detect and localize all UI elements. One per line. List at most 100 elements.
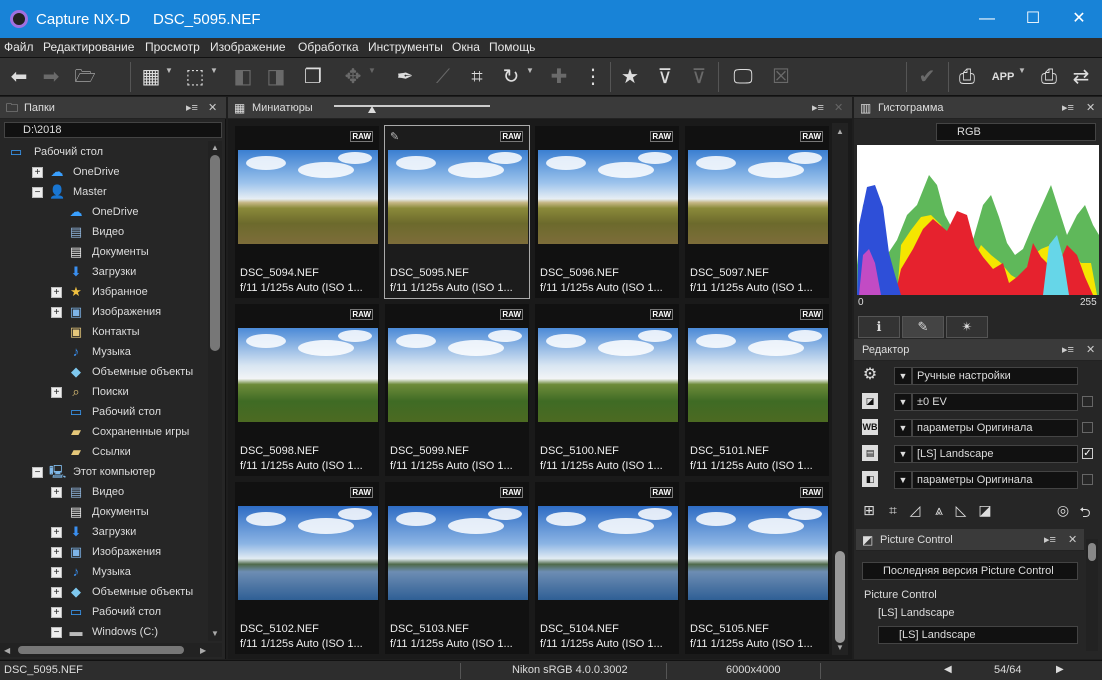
app-launcher-icon[interactable]: APP: [990, 64, 1016, 90]
menu-view[interactable]: Просмотр: [145, 40, 200, 54]
picture-control-version-select[interactable]: Последняя версия Picture Control: [862, 562, 1078, 580]
tree-item[interactable]: ▤ Документы: [0, 503, 208, 523]
panel-menu-icon[interactable]: ▸≡: [186, 97, 198, 119]
tree-item[interactable]: ♪ Музыка: [0, 343, 208, 363]
remove-icon[interactable]: ☒: [768, 64, 794, 90]
thumbnail-item[interactable]: RAW DSC_5099.NEF f/11 1/125s Auto (ISO 1..…: [384, 303, 530, 477]
back-icon[interactable]: ⬅: [6, 64, 32, 90]
control-point-icon[interactable]: ⋮: [580, 64, 606, 90]
expand-icon[interactable]: +: [51, 567, 62, 578]
expand-icon[interactable]: +: [51, 547, 62, 558]
monitor-icon[interactable]: 🖵: [730, 64, 756, 90]
expand-icon[interactable]: +: [51, 487, 62, 498]
scroll-right-icon[interactable]: ▶: [200, 646, 206, 655]
scrollbar-thumb[interactable]: [835, 551, 845, 643]
thumbnail-item[interactable]: RAW DSC_5100.NEF f/11 1/125s Auto (ISO 1..…: [534, 303, 680, 477]
crop-icon[interactable]: ⌗: [464, 64, 490, 90]
thumbnail-item[interactable]: RAW DSC_5094.NEF f/11 1/125s Auto (ISO 1..…: [234, 125, 380, 299]
tree-item[interactable]: ▤ Видео: [0, 223, 208, 243]
compare-icon[interactable]: ◧: [230, 64, 256, 90]
close-icon[interactable]: ✕: [1086, 97, 1095, 119]
check-icon[interactable]: ✔: [914, 64, 940, 90]
tree-item[interactable]: ▰ Сохраненные игры: [0, 423, 208, 443]
thumbnail-scrollbar[interactable]: ▲ ▼: [832, 123, 848, 655]
tree-item[interactable]: + ▣ Изображения: [0, 303, 208, 323]
thumbnail-item[interactable]: RAW DSC_5097.NEF f/11 1/125s Auto (ISO 1..…: [684, 125, 830, 299]
tree-item[interactable]: ▭ Рабочий стол: [0, 143, 208, 163]
tree-item[interactable]: + ★ Избранное: [0, 283, 208, 303]
levels-icon[interactable]: ◿: [906, 502, 924, 518]
close-icon[interactable]: ✕: [834, 97, 843, 119]
next-image-icon[interactable]: ▶: [1056, 664, 1064, 675]
expand-icon[interactable]: +: [51, 387, 62, 398]
close-icon[interactable]: ✕: [1086, 339, 1095, 361]
filter-icon[interactable]: ⊽: [652, 64, 678, 90]
tab-edit[interactable]: ✎: [902, 316, 944, 338]
collapse-icon[interactable]: −: [32, 187, 43, 198]
tree-item[interactable]: + ▭ Рабочий стол: [0, 603, 208, 623]
scrollbar-thumb[interactable]: [1088, 543, 1096, 561]
minimize-button[interactable]: —: [964, 0, 1010, 38]
editor-value[interactable]: ±0 EV: [912, 393, 1078, 411]
thumbnail-item[interactable]: ✎ RAW DSC_5095.NEF f/11 1/125s Auto (ISO 1.…: [384, 125, 530, 299]
thumbnail-item[interactable]: RAW DSC_5104.NEF f/11 1/125s Auto (ISO 1..…: [534, 481, 680, 655]
chevron-down-icon[interactable]: ▼: [894, 367, 912, 385]
lch-icon[interactable]: ⩓: [930, 502, 948, 518]
close-window-button[interactable]: ✕: [1056, 0, 1102, 38]
menu-file[interactable]: Файл: [4, 40, 34, 54]
tree-item[interactable]: − 👤 Master: [0, 183, 208, 203]
chevron-down-icon[interactable]: ▼: [368, 66, 376, 75]
folder-tree-scrollbar[interactable]: ▲ ▼: [208, 141, 222, 641]
convert-icon[interactable]: ⇄: [1068, 64, 1094, 90]
editor-value[interactable]: [LS] Landscape: [912, 445, 1078, 463]
tree-item[interactable]: + ▣ Изображения: [0, 543, 208, 563]
scrollbar-thumb[interactable]: [18, 646, 184, 654]
tree-item[interactable]: + ◆ Объемные объекты: [0, 583, 208, 603]
chevron-down-icon[interactable]: ▼: [1018, 66, 1026, 75]
scrollbar-thumb[interactable]: [210, 155, 220, 351]
slider-knob[interactable]: [368, 106, 376, 113]
editor-checkbox[interactable]: [1082, 396, 1093, 407]
folder-tree-hscrollbar[interactable]: ◀ ▶: [0, 643, 222, 657]
editor-value[interactable]: параметры Оригинала: [912, 471, 1078, 489]
editor-checkbox[interactable]: [1082, 422, 1093, 433]
expand-icon[interactable]: +: [51, 587, 62, 598]
eyedropper-icon[interactable]: ✒: [392, 64, 418, 90]
chevron-down-icon[interactable]: ▼: [894, 419, 912, 437]
picture-control-select[interactable]: [LS] Landscape: [878, 626, 1078, 644]
folder-path-select[interactable]: D:\2018: [4, 122, 222, 138]
expand-icon[interactable]: +: [32, 167, 43, 178]
previous-image-icon[interactable]: ◀: [944, 664, 952, 675]
undo-icon[interactable]: ⮌: [1076, 502, 1094, 520]
stack-icon[interactable]: ❐: [300, 64, 326, 90]
rotate-icon[interactable]: ↻: [498, 64, 524, 90]
tree-item[interactable]: + ▤ Видео: [0, 483, 208, 503]
thumbnail-item[interactable]: RAW DSC_5105.NEF f/11 1/125s Auto (ISO 1..…: [684, 481, 830, 655]
compare-swap-icon[interactable]: ◨: [263, 64, 289, 90]
open-folder-icon[interactable]: 🗁: [72, 64, 98, 90]
chevron-down-icon[interactable]: ▼: [894, 393, 912, 411]
chevron-down-icon[interactable]: ▼: [894, 471, 912, 489]
scroll-up-icon[interactable]: ▲: [211, 143, 219, 152]
panel-menu-icon[interactable]: ▸≡: [1062, 97, 1074, 119]
thumbnail-item[interactable]: RAW DSC_5102.NEF f/11 1/125s Auto (ISO 1..…: [234, 481, 380, 655]
panel-menu-icon[interactable]: ▸≡: [1044, 529, 1056, 551]
chevron-down-icon[interactable]: ▼: [894, 445, 912, 463]
scroll-down-icon[interactable]: ▼: [211, 629, 219, 638]
menu-windows[interactable]: Окна: [452, 40, 480, 54]
tree-item[interactable]: ◆ Объемные объекты: [0, 363, 208, 383]
versions-icon[interactable]: ◎: [1054, 502, 1072, 518]
chevron-down-icon[interactable]: ▼: [526, 66, 534, 75]
collapse-icon[interactable]: −: [32, 467, 43, 478]
close-icon[interactable]: ✕: [208, 97, 217, 119]
print-icon[interactable]: ⎙: [1036, 64, 1062, 90]
maximize-button[interactable]: ☐: [1010, 0, 1056, 38]
tree-item[interactable]: ▰ Ссылки: [0, 443, 208, 463]
thumbnail-item[interactable]: RAW DSC_5103.NEF f/11 1/125s Auto (ISO 1..…: [384, 481, 530, 655]
retouch-icon[interactable]: ✚: [546, 64, 572, 90]
expand-icon[interactable]: +: [51, 307, 62, 318]
close-icon[interactable]: ✕: [1068, 529, 1077, 551]
noise-reduction-icon[interactable]: ⊞: [860, 502, 878, 518]
chevron-down-icon[interactable]: ▼: [210, 66, 218, 75]
thumbnail-item[interactable]: RAW DSC_5098.NEF f/11 1/125s Auto (ISO 1..…: [234, 303, 380, 477]
